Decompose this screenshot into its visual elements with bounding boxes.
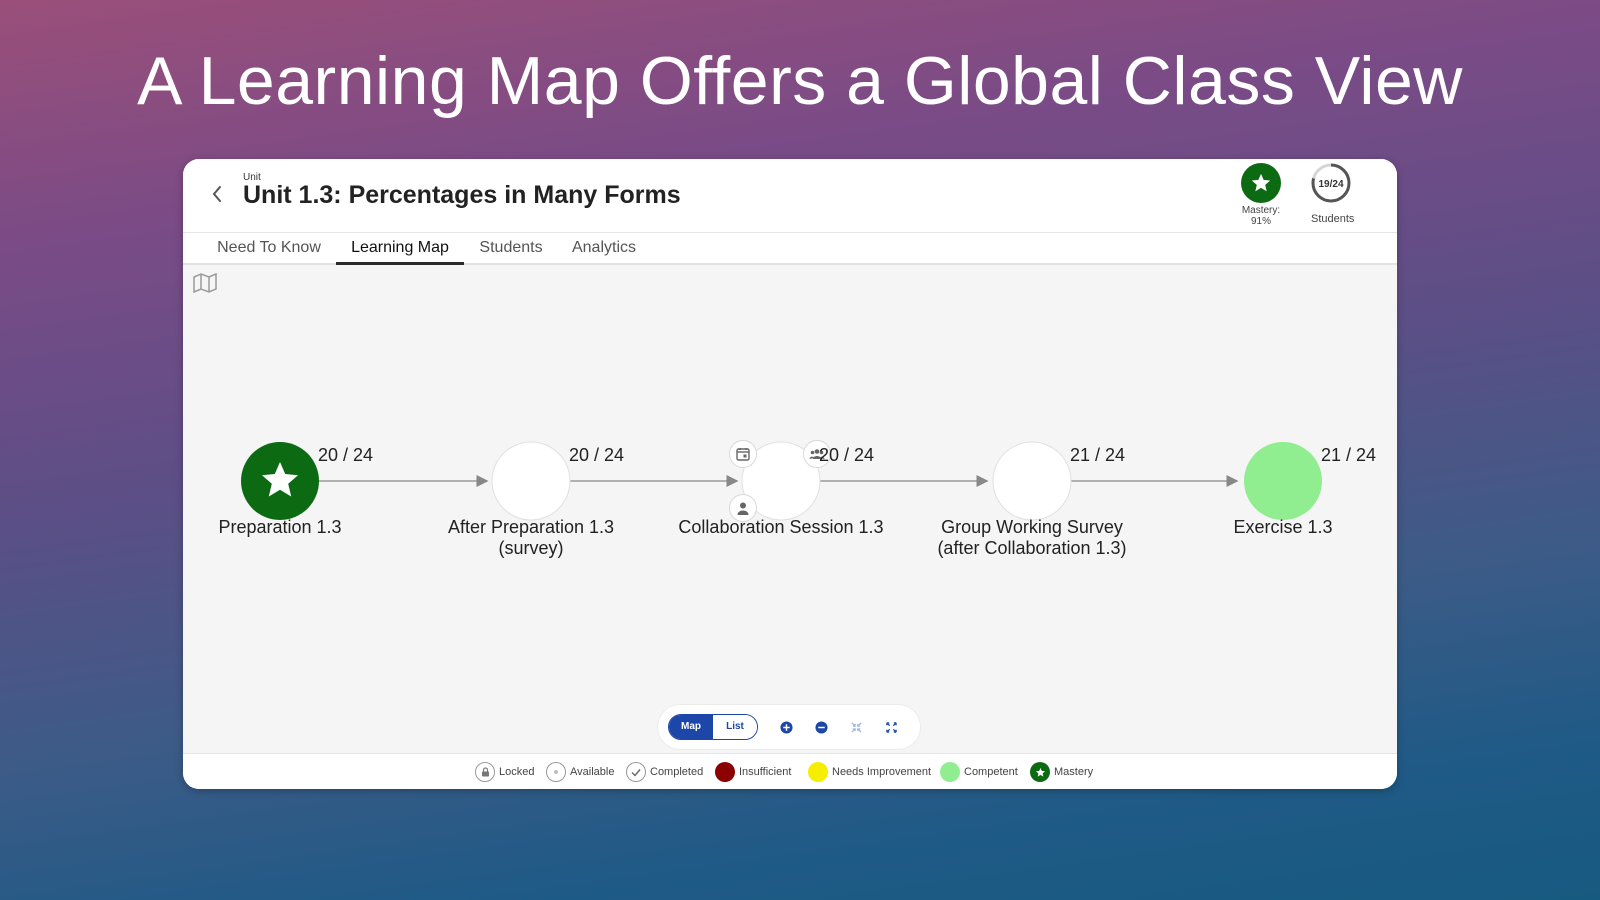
collapse-button[interactable] xyxy=(848,719,864,735)
list-view-button[interactable]: List xyxy=(713,715,757,739)
star-icon xyxy=(1035,767,1045,777)
learning-map-canvas xyxy=(241,441,1322,521)
legend-competent: Competent xyxy=(940,762,1018,782)
view-toggle: Map List xyxy=(668,714,758,740)
map-toolbar: Map List xyxy=(658,705,920,749)
node-after-preparation[interactable] xyxy=(491,441,571,521)
map-view-button[interactable]: Map xyxy=(669,715,713,739)
node-label: Exercise 1.3 xyxy=(1233,517,1333,537)
check-icon xyxy=(631,768,641,777)
collapse-icon xyxy=(850,721,862,733)
node-label: Group Working Survey (after Collaboration… xyxy=(937,517,1127,558)
legend-available: Available xyxy=(546,762,614,782)
dot-icon xyxy=(554,770,558,774)
node-group-working-survey[interactable] xyxy=(992,441,1072,521)
legend-needs-improvement: Needs Improvement xyxy=(808,762,931,782)
calendar-badge[interactable] xyxy=(729,440,757,468)
lock-icon xyxy=(481,767,489,777)
expand-button[interactable] xyxy=(883,719,899,735)
minus-circle-icon xyxy=(814,720,828,734)
plus-circle-icon xyxy=(779,720,793,734)
node-preparation[interactable] xyxy=(241,442,319,520)
person-icon xyxy=(737,502,749,515)
node-label: Preparation 1.3 xyxy=(218,517,342,537)
legend-mastery: Mastery xyxy=(1030,762,1093,782)
zoom-in-button[interactable] xyxy=(778,719,794,735)
node-label: After Preparation 1.3 (survey) xyxy=(447,517,615,558)
legend-insufficient: Insufficient xyxy=(715,762,791,782)
status-legend: Locked Available Completed Insufficient … xyxy=(183,753,1397,789)
node-label: Collaboration Session 1.3 xyxy=(678,517,884,537)
node-exercise[interactable] xyxy=(1244,442,1322,520)
calendar-icon xyxy=(736,448,750,461)
zoom-out-button[interactable] xyxy=(813,719,829,735)
node-count: 20 / 24 xyxy=(569,445,625,465)
node-count: 20 / 24 xyxy=(819,445,875,465)
legend-locked: Locked xyxy=(475,762,534,782)
node-count: 21 / 24 xyxy=(1070,445,1126,465)
node-count: 20 / 24 xyxy=(318,445,374,465)
slide-title: A Learning Map Offers a Global Class Vie… xyxy=(137,43,1463,119)
node-count: 21 / 24 xyxy=(1321,445,1377,465)
app-window: Unit Unit 1.3: Percentages in Many Forms… xyxy=(183,159,1397,789)
legend-completed: Completed xyxy=(626,762,703,782)
expand-icon xyxy=(885,721,897,733)
